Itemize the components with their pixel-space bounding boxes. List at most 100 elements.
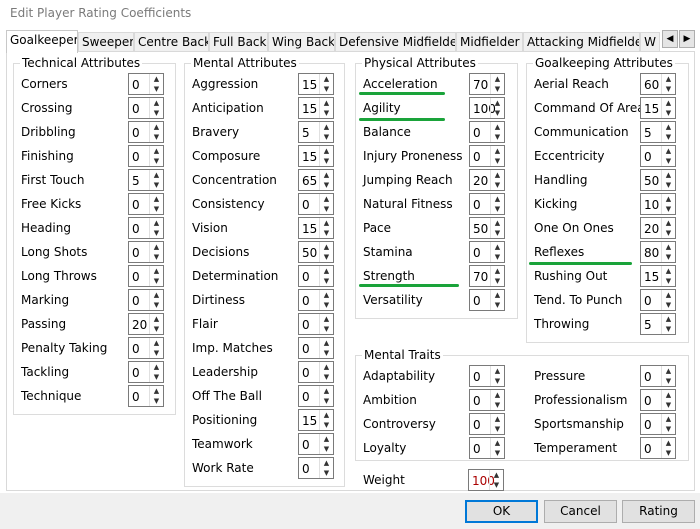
professionalism-spinbox[interactable]: 0 ▲ ▼ xyxy=(640,389,676,411)
spin-up-button[interactable]: ▲ xyxy=(150,194,163,204)
spin-up-button[interactable]: ▲ xyxy=(491,218,504,228)
spin-down-button[interactable]: ▼ xyxy=(150,204,163,214)
concentration-spinbox[interactable]: 65 ▲ ▼ xyxy=(298,169,334,191)
spin-up-button[interactable]: ▲ xyxy=(491,290,504,300)
tab-centre-back[interactable]: Centre Back xyxy=(134,32,209,52)
one-on-ones-spinbox[interactable]: 20 ▲ ▼ xyxy=(640,217,676,239)
spin-down-button[interactable]: ▼ xyxy=(491,84,504,94)
spin-down-button[interactable]: ▼ xyxy=(491,400,504,410)
spin-up-button[interactable]: ▲ xyxy=(662,366,675,376)
spin-down-button[interactable]: ▼ xyxy=(150,156,163,166)
temperament-spinbox[interactable]: 0 ▲ ▼ xyxy=(640,437,676,459)
rating-button[interactable]: Rating xyxy=(622,500,695,523)
heading-spinbox[interactable]: 0 ▲ ▼ xyxy=(128,217,164,239)
technique-spinbox[interactable]: 0 ▲ ▼ xyxy=(128,385,164,407)
spin-up-button[interactable]: ▲ xyxy=(491,194,504,204)
spin-down-button[interactable]: ▼ xyxy=(150,372,163,382)
spin-down-button[interactable]: ▼ xyxy=(150,108,163,118)
tab-w[interactable]: W xyxy=(640,32,660,52)
spin-up-button[interactable]: ▲ xyxy=(320,74,333,84)
spin-up-button[interactable]: ▲ xyxy=(150,266,163,276)
spin-down-button[interactable]: ▼ xyxy=(320,180,333,190)
imp-matches-spinbox[interactable]: 0 ▲ ▼ xyxy=(298,337,334,359)
spin-down-button[interactable]: ▼ xyxy=(662,276,675,286)
spin-down-button[interactable]: ▼ xyxy=(150,132,163,142)
tab-defensive-midfielder[interactable]: Defensive Midfielder xyxy=(335,32,456,52)
spin-up-button[interactable]: ▲ xyxy=(320,194,333,204)
spin-down-button[interactable]: ▼ xyxy=(662,252,675,262)
anticipation-spinbox[interactable]: 15 ▲ ▼ xyxy=(298,97,334,119)
spin-up-button[interactable]: ▲ xyxy=(662,194,675,204)
spin-down-button[interactable]: ▼ xyxy=(662,156,675,166)
spin-down-button[interactable]: ▼ xyxy=(320,420,333,430)
spin-down-button[interactable]: ▼ xyxy=(320,156,333,166)
crossing-spinbox[interactable]: 0 ▲ ▼ xyxy=(128,97,164,119)
spin-down-button[interactable]: ▼ xyxy=(150,84,163,94)
spin-up-button[interactable]: ▲ xyxy=(320,338,333,348)
spin-down-button[interactable]: ▼ xyxy=(150,324,163,334)
controversy-spinbox[interactable]: 0 ▲ ▼ xyxy=(469,413,505,435)
spin-down-button[interactable]: ▼ xyxy=(150,348,163,358)
throwing-spinbox[interactable]: 5 ▲ ▼ xyxy=(640,313,676,335)
determination-spinbox[interactable]: 0 ▲ ▼ xyxy=(298,265,334,287)
kicking-spinbox[interactable]: 10 ▲ ▼ xyxy=(640,193,676,215)
spin-up-button[interactable]: ▲ xyxy=(491,146,504,156)
dribbling-spinbox[interactable]: 0 ▲ ▼ xyxy=(128,121,164,143)
spin-up-button[interactable]: ▲ xyxy=(662,98,675,108)
leadership-spinbox[interactable]: 0 ▲ ▼ xyxy=(298,361,334,383)
agility-spinbox[interactable]: 100 ▲ ▼ xyxy=(469,97,505,119)
penalty-taking-spinbox[interactable]: 0 ▲ ▼ xyxy=(128,337,164,359)
spin-up-button[interactable]: ▲ xyxy=(320,410,333,420)
natural-fitness-spinbox[interactable]: 0 ▲ ▼ xyxy=(469,193,505,215)
bravery-spinbox[interactable]: 5 ▲ ▼ xyxy=(298,121,334,143)
ambition-spinbox[interactable]: 0 ▲ ▼ xyxy=(469,389,505,411)
spin-down-button[interactable]: ▼ xyxy=(150,228,163,238)
spin-up-button[interactable]: ▲ xyxy=(491,266,504,276)
spin-down-button[interactable]: ▼ xyxy=(662,376,675,386)
rushing-out-spinbox[interactable]: 15 ▲ ▼ xyxy=(640,265,676,287)
spin-up-button[interactable]: ▲ xyxy=(662,390,675,400)
spin-down-button[interactable]: ▼ xyxy=(662,132,675,142)
spin-down-button[interactable]: ▼ xyxy=(662,448,675,458)
spin-up-button[interactable]: ▲ xyxy=(320,146,333,156)
spin-up-button[interactable]: ▲ xyxy=(320,266,333,276)
consistency-spinbox[interactable]: 0 ▲ ▼ xyxy=(298,193,334,215)
spin-up-button[interactable]: ▲ xyxy=(662,438,675,448)
spin-down-button[interactable]: ▼ xyxy=(150,396,163,406)
spin-down-button[interactable]: ▼ xyxy=(662,324,675,334)
marking-spinbox[interactable]: 0 ▲ ▼ xyxy=(128,289,164,311)
spin-up-button[interactable]: ▲ xyxy=(150,218,163,228)
spin-up-button[interactable]: ▲ xyxy=(150,122,163,132)
spin-up-button[interactable]: ▲ xyxy=(320,98,333,108)
positioning-spinbox[interactable]: 15 ▲ ▼ xyxy=(298,409,334,431)
spin-down-button[interactable]: ▼ xyxy=(491,228,504,238)
spin-down-button[interactable]: ▼ xyxy=(491,108,504,118)
spin-up-button[interactable]: ▲ xyxy=(150,74,163,84)
spin-down-button[interactable]: ▼ xyxy=(320,84,333,94)
vision-spinbox[interactable]: 15 ▲ ▼ xyxy=(298,217,334,239)
spin-up-button[interactable]: ▲ xyxy=(491,366,504,376)
spin-up-button[interactable]: ▲ xyxy=(662,414,675,424)
spin-down-button[interactable]: ▼ xyxy=(662,300,675,310)
spin-up-button[interactable]: ▲ xyxy=(662,218,675,228)
spin-down-button[interactable]: ▼ xyxy=(491,276,504,286)
spin-up-button[interactable]: ▲ xyxy=(662,266,675,276)
spin-down-button[interactable]: ▼ xyxy=(491,376,504,386)
weight-spinbox[interactable]: 100 ▲ ▼ xyxy=(468,469,504,491)
spin-up-button[interactable]: ▲ xyxy=(662,290,675,300)
tab-sweeper[interactable]: Sweeper xyxy=(78,32,134,52)
communication-spinbox[interactable]: 5 ▲ ▼ xyxy=(640,121,676,143)
flair-spinbox[interactable]: 0 ▲ ▼ xyxy=(298,313,334,335)
tab-wing-back[interactable]: Wing Back xyxy=(268,32,335,52)
long-throws-spinbox[interactable]: 0 ▲ ▼ xyxy=(128,265,164,287)
tab-scroll-right-button[interactable]: ▶ xyxy=(679,30,695,48)
spin-down-button[interactable]: ▼ xyxy=(320,372,333,382)
spin-down-button[interactable]: ▼ xyxy=(320,468,333,478)
spin-up-button[interactable]: ▲ xyxy=(320,362,333,372)
spin-down-button[interactable]: ▼ xyxy=(662,204,675,214)
spin-up-button[interactable]: ▲ xyxy=(150,242,163,252)
spin-up-button[interactable]: ▲ xyxy=(662,122,675,132)
spin-down-button[interactable]: ▼ xyxy=(320,396,333,406)
work-rate-spinbox[interactable]: 0 ▲ ▼ xyxy=(298,457,334,479)
spin-down-button[interactable]: ▼ xyxy=(662,84,675,94)
